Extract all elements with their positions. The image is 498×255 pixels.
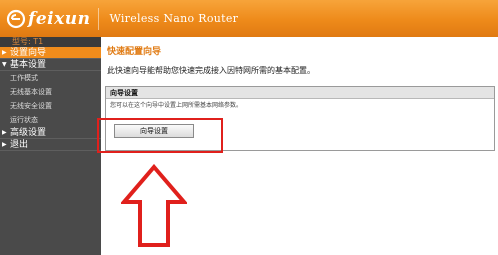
feixun-logo: feixun — [6, 0, 90, 37]
brand-name: feixun — [28, 8, 91, 29]
panel-header: 向导设置 — [106, 87, 494, 99]
sidebar-item-label: 高级设置 — [10, 127, 47, 138]
caret-down-icon: ▼ — [2, 60, 7, 68]
page-title: 快速配置向导 — [107, 47, 162, 57]
sidebar: 型号: T1 ▶ 设置向导 ▼ 基本设置 工作模式 无线基本设置 无线安全设置 … — [0, 37, 101, 255]
wizard-setup-button[interactable]: 向导设置 — [114, 124, 194, 138]
header-bar: feixun Wireless Nano Router — [0, 0, 498, 37]
sidebar-item-label: 基本设置 — [10, 59, 47, 70]
sidebar-subitem-run-status[interactable]: 运行状态 — [0, 113, 101, 127]
product-title: Wireless Nano Router — [109, 12, 239, 25]
sidebar-subitem-work-mode[interactable]: 工作模式 — [0, 71, 101, 85]
wizard-panel: 向导设置 您可以在这个向导中设置上网所需基本网络参数。 向导设置 — [97, 86, 495, 153]
sidebar-item-setup-wizard[interactable]: ▶ 设置向导 — [0, 47, 101, 59]
feixun-logo-icon — [6, 9, 26, 28]
caret-right-icon: ▶ — [2, 128, 7, 136]
sidebar-subitem-wireless-basic[interactable]: 无线基本设置 — [0, 85, 101, 99]
header-divider — [98, 7, 100, 30]
panel-text: 您可以在这个向导中设置上网所需基本网络参数。 — [110, 102, 243, 109]
arrow-up-outline-icon — [121, 164, 187, 247]
sidebar-item-logout[interactable]: ▶ 退出 — [0, 139, 101, 151]
model-label: 型号: T1 — [0, 37, 101, 47]
main-content: 快速配置向导 此快速向导能帮助您快速完成接入因特网所需的基本配置。 向导设置 您… — [97, 37, 498, 255]
caret-right-icon: ▶ — [2, 140, 7, 148]
page-description: 此快速向导能帮助您快速完成接入因特网所需的基本配置。 — [107, 66, 315, 75]
sidebar-subitem-wireless-security[interactable]: 无线安全设置 — [0, 99, 101, 113]
sidebar-item-label: 设置向导 — [10, 47, 47, 58]
caret-right-icon: ▶ — [2, 48, 7, 56]
sidebar-item-advanced-settings[interactable]: ▶ 高级设置 — [0, 127, 101, 139]
sidebar-item-label: 退出 — [10, 139, 29, 150]
sidebar-item-basic-settings[interactable]: ▼ 基本设置 — [0, 59, 101, 71]
